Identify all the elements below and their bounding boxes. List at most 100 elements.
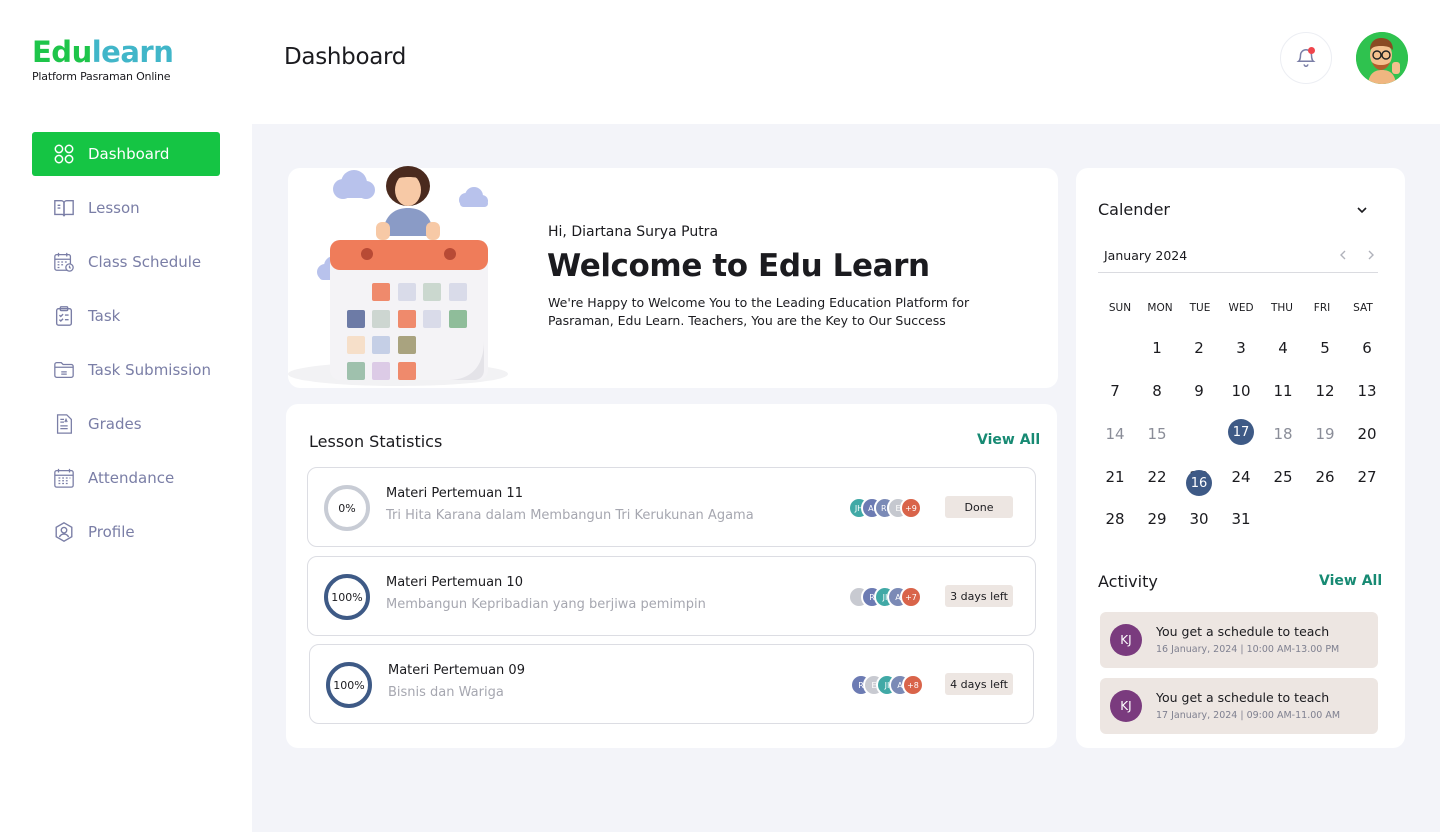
chevron-left-icon[interactable] bbox=[1336, 248, 1350, 262]
lesson-row[interactable]: 100% Materi Pertemuan 09 Bisnis dan Wari… bbox=[309, 644, 1034, 724]
lesson-title: Materi Pertemuan 09 bbox=[388, 663, 525, 678]
participant-count: +8 bbox=[902, 674, 924, 696]
page-title: Dashboard bbox=[284, 44, 407, 70]
calendar-day[interactable]: 28 bbox=[1095, 510, 1135, 528]
lesson-title: Materi Pertemuan 10 bbox=[386, 575, 523, 590]
calendar-card: Calender January 2024 SUN MON TUE WED TH… bbox=[1076, 168, 1405, 748]
calendar-day[interactable]: 1 bbox=[1137, 339, 1177, 357]
sidebar-item-grades[interactable]: Grades bbox=[32, 402, 220, 446]
folder-icon bbox=[52, 358, 76, 382]
user-circle-icon bbox=[52, 520, 76, 544]
calendar-day[interactable]: 15 bbox=[1137, 425, 1177, 443]
sidebar-item-attendance[interactable]: Attendance bbox=[32, 456, 220, 500]
sidebar-item-profile[interactable]: Profile bbox=[32, 510, 220, 554]
lesson-row[interactable]: 100% Materi Pertemuan 10 Membangun Kepri… bbox=[307, 556, 1036, 636]
sidebar-item-label: Lesson bbox=[88, 199, 140, 217]
calendar-day[interactable]: 30 bbox=[1179, 510, 1219, 528]
sidebar-item-label: Dashboard bbox=[88, 145, 170, 163]
calendar-day[interactable]: 27 bbox=[1347, 468, 1387, 486]
sidebar: Edulearn Platform Pasraman Online Dashbo… bbox=[0, 0, 252, 832]
calendar-day[interactable]: 10 bbox=[1221, 382, 1261, 400]
activity-item[interactable]: KJ You get a schedule to teach 16 Januar… bbox=[1100, 612, 1378, 668]
lesson-view-all-link[interactable]: View All bbox=[977, 432, 1040, 448]
progress-ring: 0% bbox=[324, 485, 370, 531]
greeting-text: Hi, Diartana Surya Putra bbox=[548, 224, 719, 240]
weekday-label: FRI bbox=[1313, 302, 1331, 314]
progress-ring: 100% bbox=[326, 662, 372, 708]
calendar-day[interactable]: 19 bbox=[1305, 425, 1345, 443]
sidebar-item-task[interactable]: Task bbox=[32, 294, 220, 338]
weekday-label: SAT bbox=[1353, 302, 1373, 314]
status-badge: Done bbox=[945, 496, 1013, 518]
sidebar-item-class-schedule[interactable]: Class Schedule bbox=[32, 240, 220, 284]
lesson-title: Materi Pertemuan 11 bbox=[386, 486, 523, 501]
sidebar-item-label: Profile bbox=[88, 523, 135, 541]
activity-text: You get a schedule to teach bbox=[1156, 690, 1330, 705]
grid-icon bbox=[52, 142, 76, 166]
calendar-day[interactable]: 11 bbox=[1263, 382, 1303, 400]
lesson-row[interactable]: 0% Materi Pertemuan 11 Tri Hita Karana d… bbox=[307, 467, 1036, 547]
sidebar-item-lesson[interactable]: Lesson bbox=[32, 186, 220, 230]
sidebar-item-dashboard[interactable]: Dashboard bbox=[32, 132, 220, 176]
calendar-day[interactable]: 26 bbox=[1305, 468, 1345, 486]
avatar: KJ bbox=[1110, 624, 1142, 656]
calendar-day[interactable]: 3 bbox=[1221, 339, 1261, 357]
main-content: Hi, Diartana Surya Putra Welcome to Edu … bbox=[252, 124, 1440, 832]
activity-time: 17 January, 2024 | 09:00 AM-11.00 AM bbox=[1156, 710, 1341, 721]
calendar-day[interactable]: 29 bbox=[1137, 510, 1177, 528]
sidebar-item-label: Task bbox=[88, 307, 121, 325]
welcome-title: Welcome to Edu Learn bbox=[547, 248, 930, 284]
activity-title: Activity bbox=[1098, 572, 1158, 591]
clipboard-icon bbox=[52, 304, 76, 328]
calendar-day[interactable]: 18 bbox=[1263, 425, 1303, 443]
welcome-card: Hi, Diartana Surya Putra Welcome to Edu … bbox=[288, 166, 1058, 388]
brand-name: Edulearn bbox=[32, 35, 174, 69]
calendar-day[interactable]: 24 bbox=[1221, 468, 1261, 486]
calendar-grid-icon bbox=[52, 466, 76, 490]
calendar-day[interactable]: 25 bbox=[1263, 468, 1303, 486]
sidebar-item-label: Class Schedule bbox=[88, 253, 202, 271]
lesson-subtitle: Membangun Kepribadian yang berjiwa pemim… bbox=[386, 597, 706, 612]
chevron-right-icon[interactable] bbox=[1364, 248, 1378, 262]
calendar-day[interactable]: 2 bbox=[1179, 339, 1219, 357]
lesson-subtitle: Tri Hita Karana dalam Membangun Tri Keru… bbox=[386, 508, 754, 523]
avatar[interactable] bbox=[1356, 32, 1408, 84]
brand-subtitle: Platform Pasraman Online bbox=[32, 70, 171, 83]
calendar-day[interactable]: 20 bbox=[1347, 425, 1387, 443]
status-badge: 3 days left bbox=[945, 585, 1013, 607]
sidebar-item-task-submission[interactable]: Task Submission bbox=[32, 348, 220, 392]
calendar-day[interactable]: 31 bbox=[1221, 510, 1261, 528]
calendar-day[interactable]: 12 bbox=[1305, 382, 1345, 400]
sidebar-item-label: Grades bbox=[88, 415, 142, 433]
calendar-day[interactable]: 14 bbox=[1095, 425, 1135, 443]
document-icon bbox=[52, 412, 76, 436]
calendar-day[interactable]: 7 bbox=[1095, 382, 1135, 400]
weekday-label: THU bbox=[1271, 302, 1293, 314]
calendar-day[interactable]: 4 bbox=[1263, 339, 1303, 357]
calendar-day[interactable]: 22 bbox=[1137, 468, 1177, 486]
avatar: KJ bbox=[1110, 690, 1142, 722]
notification-button[interactable] bbox=[1280, 32, 1332, 84]
weekday-label: SUN bbox=[1108, 302, 1132, 314]
activity-text: You get a schedule to teach bbox=[1156, 624, 1330, 639]
calendar-day-selected[interactable]: 17 bbox=[1228, 419, 1254, 445]
sidebar-nav: Dashboard Lesson Class Schedule Task Tas… bbox=[32, 132, 220, 564]
calendar-day[interactable]: 8 bbox=[1137, 382, 1177, 400]
calendar-month: January 2024 bbox=[1104, 248, 1188, 263]
calendar-day[interactable]: 13 bbox=[1347, 382, 1387, 400]
calendar-divider bbox=[1098, 272, 1378, 273]
calendar-day[interactable]: 5 bbox=[1305, 339, 1345, 357]
calendar-day-selected[interactable]: 16 bbox=[1186, 470, 1212, 496]
activity-item[interactable]: KJ You get a schedule to teach 17 Januar… bbox=[1100, 678, 1378, 734]
book-icon bbox=[52, 196, 76, 220]
activity-view-all-link[interactable]: View All bbox=[1319, 573, 1382, 589]
chevron-down-icon[interactable] bbox=[1354, 202, 1370, 218]
calendar-day[interactable]: 21 bbox=[1095, 468, 1135, 486]
participant-avatars: R E JI A +8 bbox=[850, 674, 924, 696]
brand-logo[interactable]: Edulearn Platform Pasraman Online bbox=[32, 35, 174, 83]
activity-time: 16 January, 2024 | 10:00 AM-13.00 PM bbox=[1156, 644, 1340, 655]
calendar-day[interactable]: 9 bbox=[1179, 382, 1219, 400]
calendar-day[interactable]: 6 bbox=[1347, 339, 1387, 357]
lesson-statistics-title: Lesson Statistics bbox=[309, 432, 443, 451]
avatar-illustration bbox=[1356, 32, 1408, 84]
